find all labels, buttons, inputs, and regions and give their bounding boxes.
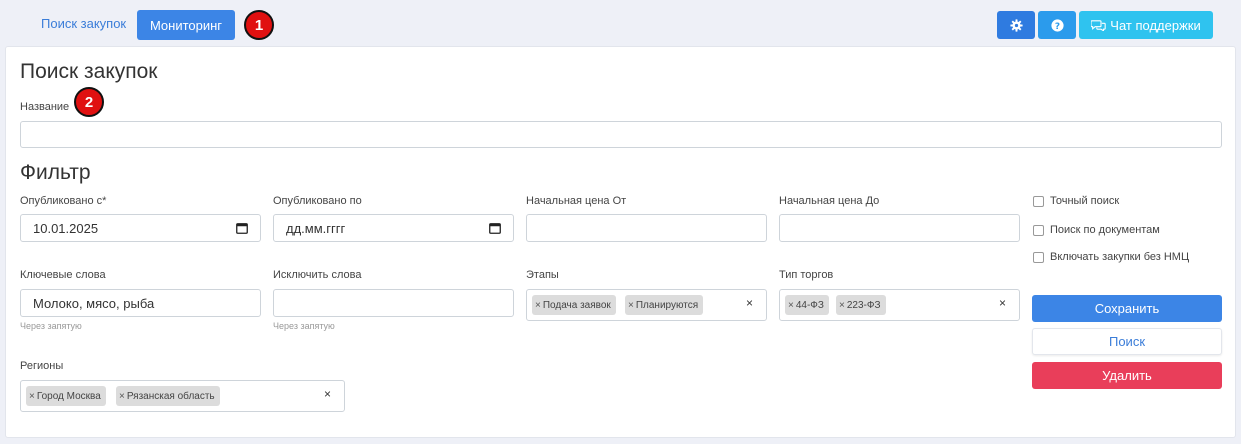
tag-label: Рязанская область	[126, 390, 215, 402]
keywords-label: Ключевые слова	[20, 269, 106, 281]
svg-text:?: ?	[1054, 21, 1059, 31]
keywords-input[interactable]: Молоко, мясо, рыба	[20, 289, 261, 317]
region-tag[interactable]: × Рязанская область	[116, 386, 220, 406]
tag-remove-icon[interactable]: ×	[839, 300, 845, 311]
stage-tag[interactable]: × Подача заявок	[532, 295, 616, 315]
tag-remove-icon[interactable]: ×	[29, 391, 35, 402]
support-chat-button[interactable]: Чат поддержки	[1079, 11, 1213, 39]
price-to-label: Начальная цена До	[779, 195, 880, 207]
no-nmc-option[interactable]: Включать закупки без НМЦ	[1033, 251, 1189, 263]
clear-icon[interactable]: ×	[999, 296, 1006, 310]
doc-search-checkbox[interactable]	[1033, 224, 1044, 236]
published-to-label: Опубликовано по	[273, 195, 362, 207]
nav-search-link[interactable]: Поиск закупок	[41, 16, 126, 31]
trade-type-tag[interactable]: × 44-ФЗ	[785, 295, 829, 315]
published-from-label: Опубликовано с*	[20, 195, 107, 207]
exact-search-label: Точный поиск	[1050, 195, 1120, 207]
page-title: Поиск закупок	[20, 60, 158, 83]
exclude-hint: Через запятую	[273, 321, 335, 331]
price-from-input[interactable]	[526, 214, 767, 242]
no-nmc-label: Включать закупки без НМЦ	[1050, 251, 1190, 263]
published-to-placeholder: дд.мм.гггг	[286, 220, 346, 236]
stages-label: Этапы	[526, 269, 559, 281]
price-to-input[interactable]	[779, 214, 1020, 242]
clear-icon[interactable]: ×	[324, 387, 331, 401]
tag-remove-icon[interactable]: ×	[535, 300, 541, 311]
trade-type-tag[interactable]: × 223-ФЗ	[836, 295, 886, 315]
question-icon: ?	[1050, 18, 1064, 31]
calendar-icon[interactable]	[489, 222, 501, 234]
calendar-icon[interactable]	[236, 222, 248, 234]
top-bar: Поиск закупок Мониторинг 1 ? Чат поддерж…	[0, 0, 1241, 46]
exclude-label: Исключить слова	[273, 269, 362, 281]
clear-icon[interactable]: ×	[746, 296, 753, 310]
tag-label: Планируются	[635, 299, 699, 311]
trade-type-select[interactable]: × 44-ФЗ × 223-ФЗ ×	[779, 289, 1020, 321]
delete-button[interactable]: Удалить	[1032, 362, 1222, 389]
tag-label: 223-ФЗ	[846, 299, 881, 311]
published-from-input[interactable]: 10.01.2025	[20, 214, 261, 242]
regions-label: Регионы	[20, 360, 64, 372]
no-nmc-checkbox[interactable]	[1033, 251, 1044, 263]
price-from-label: Начальная цена От	[526, 195, 627, 207]
region-tag[interactable]: × Город Москва	[26, 386, 106, 406]
exclude-input[interactable]	[273, 289, 514, 317]
tag-label: 44-ФЗ	[795, 299, 824, 311]
tag-remove-icon[interactable]: ×	[119, 391, 125, 402]
name-input[interactable]	[20, 121, 1222, 148]
help-button[interactable]: ?	[1038, 11, 1076, 39]
keywords-hint: Через запятую	[20, 321, 82, 331]
regions-select[interactable]: × Город Москва × Рязанская область ×	[20, 380, 345, 412]
annotation-marker-2: 2	[74, 87, 104, 117]
annotation-marker-1: 1	[244, 10, 274, 40]
gear-icon	[1009, 18, 1023, 32]
exact-search-checkbox[interactable]	[1033, 195, 1044, 207]
exact-search-option[interactable]: Точный поиск	[1033, 195, 1119, 207]
filter-title: Фильтр	[20, 161, 91, 184]
tag-remove-icon[interactable]: ×	[628, 300, 634, 311]
stages-select[interactable]: × Подача заявок × Планируются ×	[526, 289, 767, 321]
published-to-input[interactable]: дд.мм.гггг	[273, 214, 514, 242]
stage-tag[interactable]: × Планируются	[625, 295, 704, 315]
tag-label: Подача заявок	[542, 299, 611, 311]
published-from-value: 10.01.2025	[33, 220, 99, 236]
support-chat-label: Чат поддержки	[1110, 17, 1201, 33]
tag-remove-icon[interactable]: ×	[788, 300, 794, 311]
doc-search-option[interactable]: Поиск по документам	[1033, 224, 1160, 236]
tag-label: Город Москва	[36, 390, 101, 402]
chat-icon	[1091, 20, 1106, 31]
settings-button[interactable]	[997, 11, 1035, 39]
save-button[interactable]: Сохранить	[1032, 295, 1222, 322]
doc-search-label: Поиск по документам	[1050, 224, 1160, 236]
name-label: Название	[20, 101, 70, 113]
trade-type-label: Тип торгов	[779, 269, 834, 281]
search-button[interactable]: Поиск	[1032, 328, 1222, 355]
nav-monitoring-button[interactable]: Мониторинг	[137, 10, 235, 40]
